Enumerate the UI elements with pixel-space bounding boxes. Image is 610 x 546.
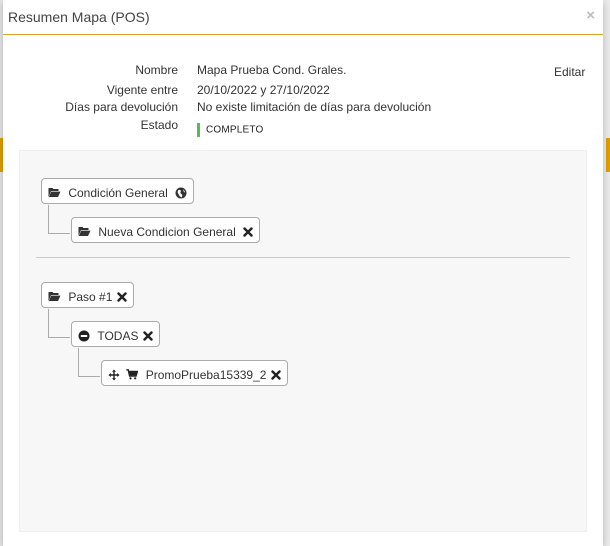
summary-row-status: Estado COMPLETO [3,117,603,137]
status-label: Estado [140,118,178,132]
promo-label: PromoPrueba15339_2 [145,367,267,382]
remove-icon[interactable] [243,227,253,237]
tree-connector [48,337,70,338]
tree-connector [48,205,49,233]
summary-modal: Resumen Mapa (POS) × Nombre Mapa Prueba … [3,0,603,546]
tree-node-new-general-condition[interactable]: Nueva Condicion General [71,217,261,243]
tree-node-promo[interactable]: PromoPrueba15339_2 [101,360,288,386]
todas-label: TODAS [97,328,139,343]
new-general-condition-label: Nueva Condicion General [98,224,236,239]
status-color-bar [197,122,200,137]
tree-connector [48,309,49,337]
remove-icon[interactable] [271,370,281,380]
globe-icon [175,187,187,199]
name-value: Mapa Prueba Cond. Grales. [197,63,347,77]
remove-icon[interactable] [143,331,153,341]
tree-node-todas[interactable]: TODAS [71,321,160,347]
background-accent-right [606,138,610,172]
days-label: Días para devolución [65,100,178,114]
cart-icon [126,369,139,380]
days-value: No existe limitación de días para devolu… [197,100,432,114]
general-condition-label: Condición General [68,185,168,200]
valid-label: Vigente entre [106,83,178,97]
tree-node-step-1[interactable]: Paso #1 [41,282,134,308]
tree-connector [48,233,70,234]
summary-row-days: Días para devolución No existe limitació… [3,99,603,116]
tree-divider [36,257,570,258]
folder-open-icon [48,291,61,302]
summary-row-name: Nombre Mapa Prueba Cond. Grales. [3,62,603,79]
move-icon[interactable] [108,369,120,381]
tree-connector [78,348,79,376]
status-badge: COMPLETO [197,121,264,138]
folder-open-icon [48,187,61,198]
modal-title: Resumen Mapa (POS) [8,9,150,25]
folder-open-icon [78,226,91,237]
valid-value: 20/10/2022 y 27/10/2022 [197,83,330,97]
tree-connector [78,376,100,377]
modal-header: Resumen Mapa (POS) × [3,0,603,35]
remove-icon[interactable] [117,292,127,302]
close-button[interactable]: × [586,8,595,23]
summary-row-valid: Vigente entre 20/10/2022 y 27/10/2022 [3,82,603,99]
map-tree-panel: Condición General Nueva Condicion Genera… [19,150,587,532]
name-label: Nombre [135,63,178,77]
minus-circle-icon [78,330,90,342]
background-strip-right [603,0,610,546]
edit-link[interactable]: Editar [554,65,585,79]
status-value: COMPLETO [206,124,264,136]
tree-node-general-condition[interactable]: Condición General [41,178,195,204]
step-label: Paso #1 [68,289,113,304]
